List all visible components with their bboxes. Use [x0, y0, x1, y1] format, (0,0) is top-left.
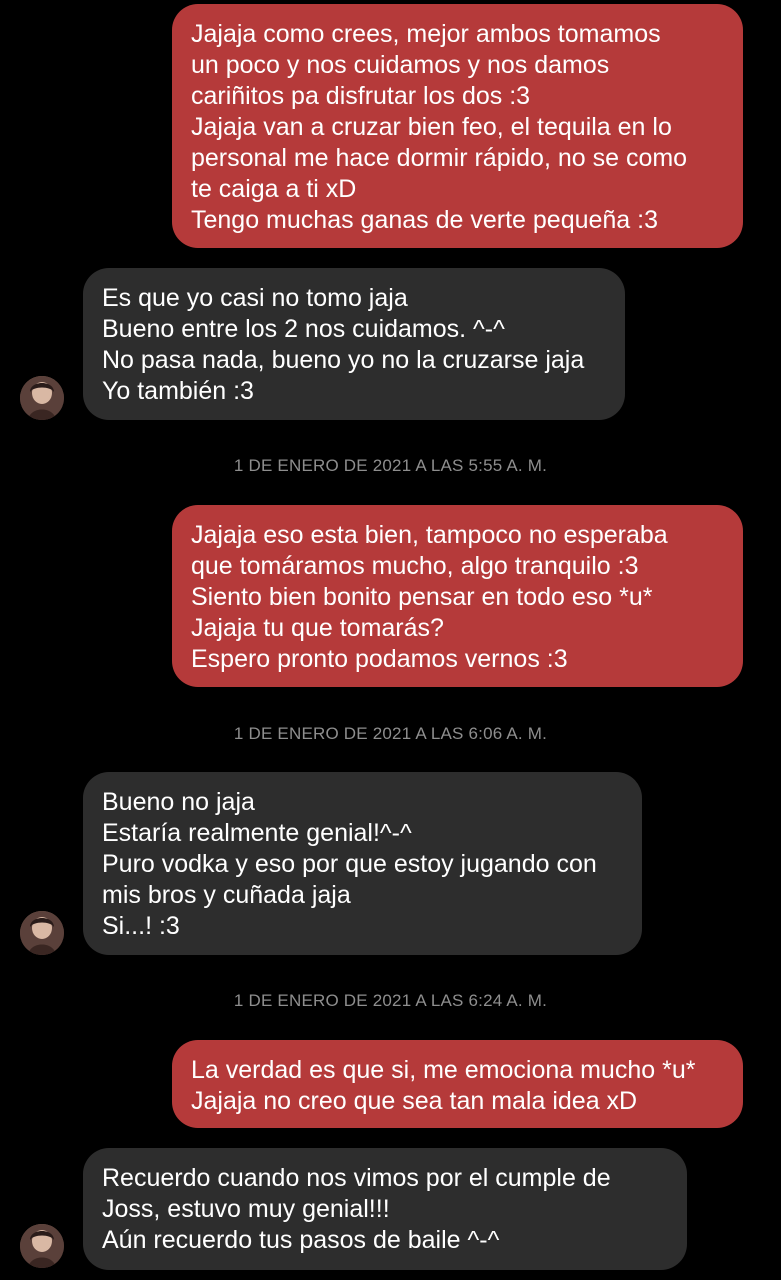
message-line: Siento bien bonito pensar en todo eso *u… — [191, 583, 653, 611]
message-line: mis bros y cuñada jaja — [102, 881, 351, 909]
message-line: Si...! :3 — [102, 912, 180, 940]
message-line: Yo también :3 — [102, 377, 254, 405]
message-line: Puro vodka y eso por que estoy jugando c… — [102, 850, 597, 878]
avatar-photo-icon — [20, 1224, 64, 1268]
message-line: Recuerdo cuando nos vimos por el cumple … — [102, 1164, 611, 1192]
message-line: Estaría realmente genial!^-^ — [102, 819, 412, 847]
message-line: Jajaja van a cruzar bien feo, el tequila… — [191, 113, 672, 141]
message-line: La verdad es que si, me emociona mucho *… — [191, 1056, 696, 1084]
message-timestamp: 1 DE ENERO DE 2021 A LAS 6:24 A. M. — [233, 991, 548, 1010]
message-line: Jajaja no creo que sea tan mala idea xD — [191, 1087, 638, 1115]
message-line: Aún recuerdo tus pasos de baile ^-^ — [102, 1226, 500, 1254]
message-line: te caiga a ti xD — [191, 175, 357, 203]
incoming-message-bubble[interactable]: Es que yo casi no tomo jaja Bueno entre … — [83, 268, 625, 420]
message-line: Bueno no jaja — [102, 788, 255, 816]
message-line: Jajaja eso esta bien, tampoco no esperab… — [191, 521, 668, 549]
message-line: cariñitos pa disfrutar los dos :3 — [191, 82, 531, 110]
message-line: Jajaja tu que tomarás? — [191, 614, 444, 642]
message-line: Joss, estuvo muy genial!!! — [102, 1195, 390, 1223]
message-line: Jajaja como crees, mejor ambos tomamos — [191, 20, 661, 48]
incoming-message-bubble[interactable]: Bueno no jaja Estaría realmente genial!^… — [83, 772, 642, 955]
contact-avatar[interactable] — [20, 911, 64, 955]
outgoing-message-bubble[interactable]: Jajaja como crees, mejor ambos tomamos u… — [172, 4, 743, 248]
message-timestamp: 1 DE ENERO DE 2021 A LAS 5:55 A. M. — [233, 456, 548, 475]
contact-avatar[interactable] — [20, 1224, 64, 1268]
message-line: Tengo muchas ganas de verte pequeña :3 — [191, 206, 659, 234]
incoming-message-bubble[interactable]: Recuerdo cuando nos vimos por el cumple … — [83, 1148, 687, 1270]
avatar-photo-icon — [20, 376, 64, 420]
message-line: un poco y nos cuidamos y nos damos — [191, 51, 610, 79]
message-line: personal me hace dormir rápido, no se co… — [191, 144, 688, 172]
message-timestamp: 1 DE ENERO DE 2021 A LAS 6:06 A. M. — [233, 724, 548, 743]
message-line: que tomáramos mucho, algo tranquilo :3 — [191, 552, 639, 580]
outgoing-message-bubble[interactable]: La verdad es que si, me emociona mucho *… — [172, 1040, 743, 1128]
outgoing-message-bubble[interactable]: Jajaja eso esta bien, tampoco no esperab… — [172, 505, 743, 687]
avatar-photo-icon — [20, 911, 64, 955]
message-line: Bueno entre los 2 nos cuidamos. ^-^ — [102, 315, 505, 343]
contact-avatar[interactable] — [20, 376, 64, 420]
message-line: Es que yo casi no tomo jaja — [102, 284, 408, 312]
message-line: Espero pronto podamos vernos :3 — [191, 645, 568, 673]
message-line: No pasa nada, bueno yo no la cruzarse ja… — [102, 346, 585, 374]
